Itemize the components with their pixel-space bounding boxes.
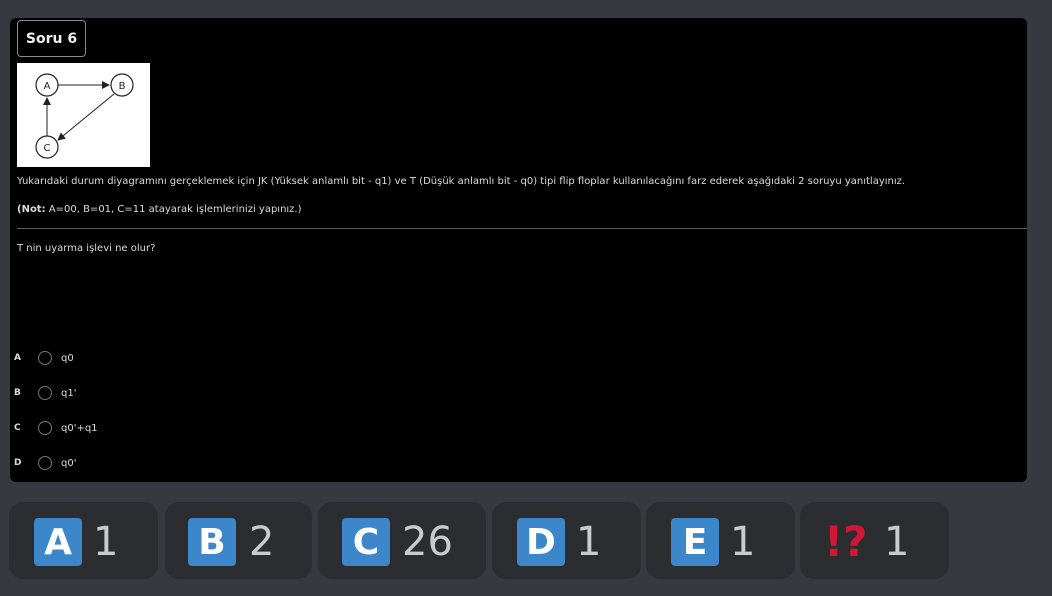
option-b[interactable]: B q1' xyxy=(14,384,76,402)
state-label-a: A xyxy=(44,81,51,92)
reaction-count: 1 xyxy=(576,519,602,565)
state-diagram: A B C xyxy=(17,63,150,167)
option-letter: A xyxy=(14,353,21,363)
question-note: (Not: A=00, B=01, C=11 atayarak işlemler… xyxy=(17,204,302,215)
divider xyxy=(17,228,1027,229)
option-letter: C xyxy=(14,423,21,433)
transition-b-c xyxy=(57,93,115,141)
letter-d-emoji: D xyxy=(517,518,565,566)
reaction-a[interactable]: A 1 xyxy=(9,502,158,579)
reaction-b[interactable]: B 2 xyxy=(165,502,312,579)
option-letter: D xyxy=(14,458,22,468)
question-statement: Yukarıdaki durum diyagramını gerçeklemek… xyxy=(17,176,906,187)
interrobang-icon: !? xyxy=(824,517,868,566)
note-text: A=00, B=01, C=11 atayarak işlemlerinizi … xyxy=(45,204,302,215)
option-text: q0'+q1 xyxy=(61,422,98,434)
reaction-count: 1 xyxy=(93,519,119,565)
question-prompt: T nin uyarma işlevi ne olur? xyxy=(17,243,156,254)
question-number-badge: Soru 6 xyxy=(17,20,86,57)
option-c[interactable]: C q0'+q1 xyxy=(14,419,98,437)
reaction-count: 26 xyxy=(402,519,453,565)
state-label-c: C xyxy=(44,143,51,154)
option-text: q0' xyxy=(61,457,77,469)
option-a[interactable]: A q0 xyxy=(14,349,74,367)
radio-button[interactable] xyxy=(38,421,52,435)
option-letter: B xyxy=(14,388,21,398)
note-prefix: (Not: xyxy=(17,204,46,215)
reaction-interrobang[interactable]: !? 1 xyxy=(800,502,949,579)
letter-b-emoji: B xyxy=(188,518,236,566)
reaction-count: 1 xyxy=(884,519,910,565)
option-text: q1' xyxy=(61,387,77,399)
radio-button[interactable] xyxy=(38,386,52,400)
letter-a-emoji: A xyxy=(34,518,82,566)
state-diagram-svg: A B C xyxy=(35,73,134,159)
reaction-count: 1 xyxy=(730,519,756,565)
option-text: q0 xyxy=(61,352,74,364)
radio-button[interactable] xyxy=(38,351,52,365)
question-card: Soru 6 A B C Yukarıdaki durum diyagramın… xyxy=(10,18,1027,482)
option-d[interactable]: D q0' xyxy=(14,454,76,472)
reaction-count: 2 xyxy=(249,519,275,565)
reaction-c[interactable]: C 26 xyxy=(318,502,486,579)
reaction-d[interactable]: D 1 xyxy=(492,502,641,579)
letter-e-emoji: E xyxy=(671,518,719,566)
reaction-e[interactable]: E 1 xyxy=(646,502,795,579)
letter-c-emoji: C xyxy=(342,518,390,566)
radio-button[interactable] xyxy=(38,456,52,470)
state-label-b: B xyxy=(119,81,126,92)
